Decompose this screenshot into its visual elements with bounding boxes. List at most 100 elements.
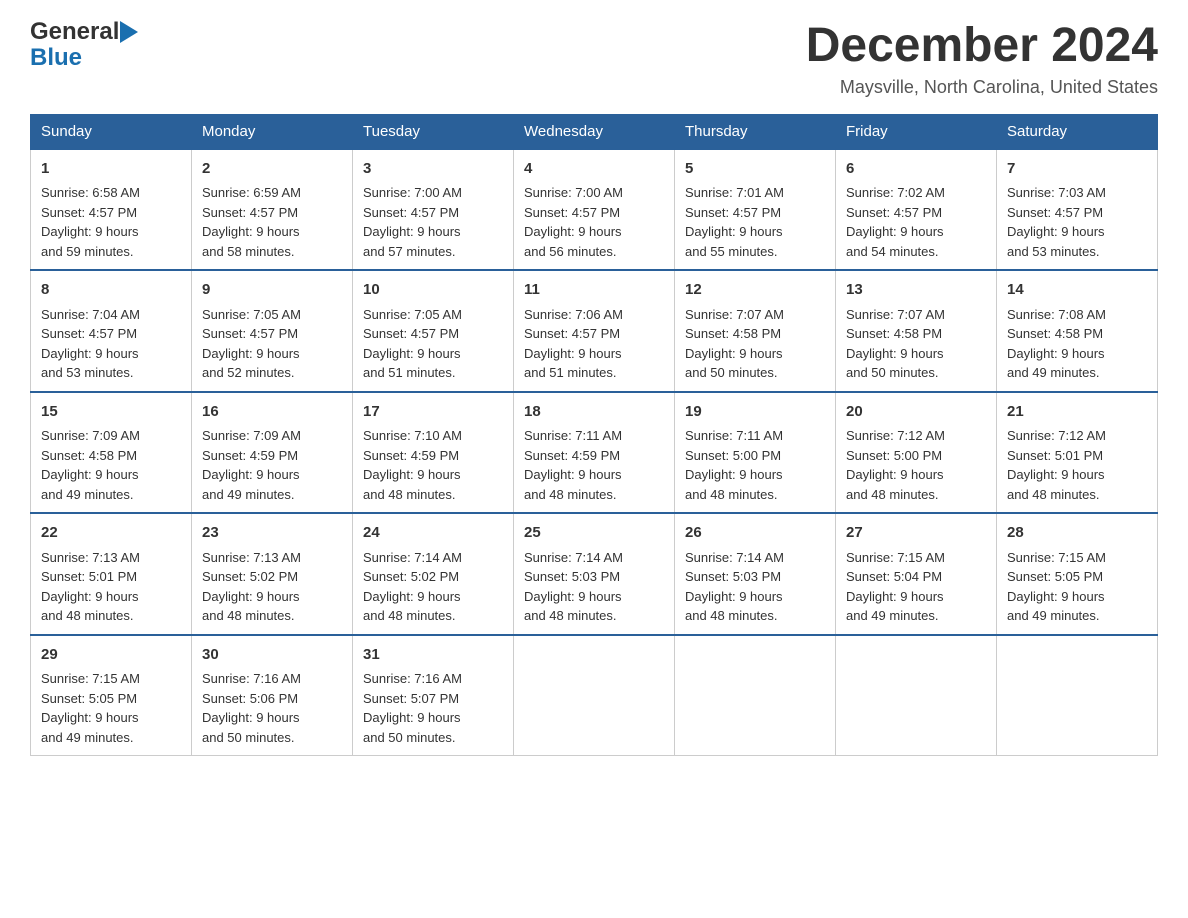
day-number: 30 [202, 644, 342, 667]
day-info: and 49 minutes. [1007, 363, 1147, 383]
day-info: Sunset: 4:57 PM [41, 324, 181, 344]
day-number: 15 [41, 401, 181, 424]
day-info: Sunrise: 6:59 AM [202, 183, 342, 203]
calendar-cell: 27Sunrise: 7:15 AMSunset: 5:04 PMDayligh… [836, 513, 997, 635]
calendar-cell: 4Sunrise: 7:00 AMSunset: 4:57 PMDaylight… [514, 149, 675, 271]
calendar-cell: 30Sunrise: 7:16 AMSunset: 5:06 PMDayligh… [192, 635, 353, 756]
day-info: Daylight: 9 hours [846, 465, 986, 485]
calendar-cell [997, 635, 1158, 756]
day-number: 3 [363, 158, 503, 181]
day-info: and 48 minutes. [685, 606, 825, 626]
day-info: and 48 minutes. [363, 485, 503, 505]
day-info: Daylight: 9 hours [524, 587, 664, 607]
day-number: 16 [202, 401, 342, 424]
day-info: and 48 minutes. [41, 606, 181, 626]
day-number: 25 [524, 522, 664, 545]
day-info: and 55 minutes. [685, 242, 825, 262]
day-info: Daylight: 9 hours [846, 344, 986, 364]
day-info: Sunrise: 7:05 AM [202, 305, 342, 325]
header-thursday: Thursday [675, 114, 836, 149]
day-info: Sunset: 5:06 PM [202, 689, 342, 709]
day-info: Sunrise: 7:15 AM [41, 669, 181, 689]
calendar-cell: 31Sunrise: 7:16 AMSunset: 5:07 PMDayligh… [353, 635, 514, 756]
day-info: Sunset: 5:03 PM [685, 567, 825, 587]
day-info: and 48 minutes. [363, 606, 503, 626]
month-year-title: December 2024 [806, 20, 1158, 73]
day-info: Sunrise: 7:15 AM [1007, 548, 1147, 568]
calendar-cell: 14Sunrise: 7:08 AMSunset: 4:58 PMDayligh… [997, 270, 1158, 392]
day-info: Sunrise: 7:15 AM [846, 548, 986, 568]
day-info: and 50 minutes. [202, 728, 342, 748]
calendar-cell: 16Sunrise: 7:09 AMSunset: 4:59 PMDayligh… [192, 392, 353, 514]
header-tuesday: Tuesday [353, 114, 514, 149]
day-info: Sunrise: 7:01 AM [685, 183, 825, 203]
day-info: Daylight: 9 hours [685, 344, 825, 364]
day-info: Daylight: 9 hours [1007, 465, 1147, 485]
day-info: Daylight: 9 hours [363, 708, 503, 728]
day-info: and 49 minutes. [202, 485, 342, 505]
day-number: 26 [685, 522, 825, 545]
day-info: and 48 minutes. [524, 485, 664, 505]
calendar-cell: 23Sunrise: 7:13 AMSunset: 5:02 PMDayligh… [192, 513, 353, 635]
day-number: 20 [846, 401, 986, 424]
day-info: Daylight: 9 hours [363, 222, 503, 242]
day-info: Daylight: 9 hours [363, 465, 503, 485]
day-number: 4 [524, 158, 664, 181]
day-number: 1 [41, 158, 181, 181]
day-info: Sunset: 4:58 PM [41, 446, 181, 466]
calendar-cell: 11Sunrise: 7:06 AMSunset: 4:57 PMDayligh… [514, 270, 675, 392]
weekday-header-row: Sunday Monday Tuesday Wednesday Thursday… [31, 114, 1158, 149]
day-info: Sunset: 4:57 PM [1007, 203, 1147, 223]
day-info: Sunset: 5:02 PM [363, 567, 503, 587]
day-info: Sunrise: 7:14 AM [685, 548, 825, 568]
day-info: Sunrise: 7:03 AM [1007, 183, 1147, 203]
day-number: 21 [1007, 401, 1147, 424]
day-info: Daylight: 9 hours [1007, 587, 1147, 607]
day-info: Sunset: 4:58 PM [1007, 324, 1147, 344]
day-info: Sunset: 4:59 PM [363, 446, 503, 466]
calendar-cell [836, 635, 997, 756]
day-info: and 50 minutes. [846, 363, 986, 383]
day-info: Sunrise: 7:04 AM [41, 305, 181, 325]
day-info: and 51 minutes. [363, 363, 503, 383]
day-info: Daylight: 9 hours [41, 465, 181, 485]
day-info: Sunset: 4:59 PM [524, 446, 664, 466]
calendar-cell: 3Sunrise: 7:00 AMSunset: 4:57 PMDaylight… [353, 149, 514, 271]
day-info: Sunset: 4:57 PM [685, 203, 825, 223]
day-number: 18 [524, 401, 664, 424]
day-info: and 53 minutes. [41, 363, 181, 383]
day-info: Daylight: 9 hours [524, 222, 664, 242]
calendar-cell [514, 635, 675, 756]
day-info: Sunrise: 7:07 AM [846, 305, 986, 325]
logo-general-text: General [30, 20, 119, 44]
calendar-cell: 9Sunrise: 7:05 AMSunset: 4:57 PMDaylight… [192, 270, 353, 392]
calendar-cell: 22Sunrise: 7:13 AMSunset: 5:01 PMDayligh… [31, 513, 192, 635]
day-number: 2 [202, 158, 342, 181]
day-number: 11 [524, 279, 664, 302]
calendar-cell: 8Sunrise: 7:04 AMSunset: 4:57 PMDaylight… [31, 270, 192, 392]
day-info: Sunrise: 7:16 AM [363, 669, 503, 689]
day-info: Daylight: 9 hours [1007, 344, 1147, 364]
day-number: 7 [1007, 158, 1147, 181]
calendar-cell: 20Sunrise: 7:12 AMSunset: 5:00 PMDayligh… [836, 392, 997, 514]
day-info: and 48 minutes. [685, 485, 825, 505]
day-info: Sunrise: 7:09 AM [41, 426, 181, 446]
calendar-cell: 7Sunrise: 7:03 AMSunset: 4:57 PMDaylight… [997, 149, 1158, 271]
title-section: December 2024 Maysville, North Carolina,… [806, 20, 1158, 98]
calendar-cell: 6Sunrise: 7:02 AMSunset: 4:57 PMDaylight… [836, 149, 997, 271]
calendar-cell: 28Sunrise: 7:15 AMSunset: 5:05 PMDayligh… [997, 513, 1158, 635]
day-info: Sunset: 5:05 PM [41, 689, 181, 709]
day-info: Sunrise: 7:16 AM [202, 669, 342, 689]
day-info: Daylight: 9 hours [685, 465, 825, 485]
day-info: and 49 minutes. [41, 728, 181, 748]
day-number: 23 [202, 522, 342, 545]
day-info: Daylight: 9 hours [524, 344, 664, 364]
calendar-cell: 10Sunrise: 7:05 AMSunset: 4:57 PMDayligh… [353, 270, 514, 392]
day-number: 17 [363, 401, 503, 424]
calendar-cell: 15Sunrise: 7:09 AMSunset: 4:58 PMDayligh… [31, 392, 192, 514]
day-info: Daylight: 9 hours [846, 222, 986, 242]
day-info: Sunrise: 6:58 AM [41, 183, 181, 203]
day-info: Sunrise: 7:13 AM [41, 548, 181, 568]
day-info: Sunset: 4:58 PM [685, 324, 825, 344]
day-info: Sunrise: 7:00 AM [363, 183, 503, 203]
